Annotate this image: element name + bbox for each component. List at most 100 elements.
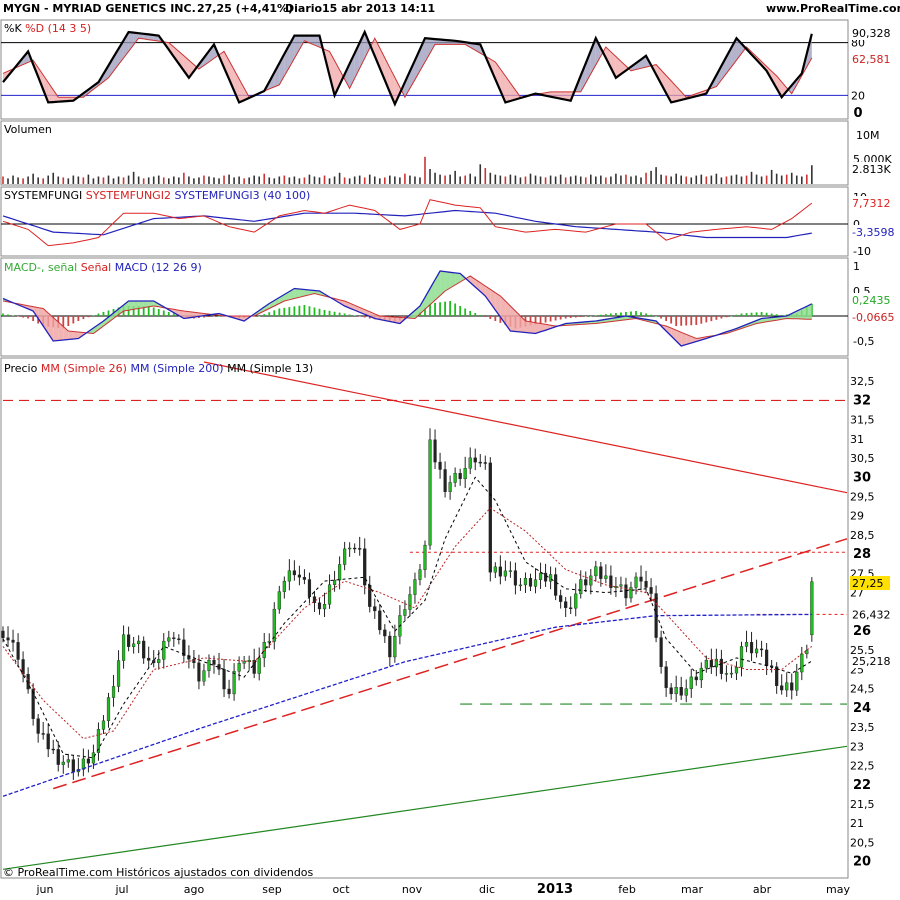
stoch-label-d: %D (14 3 5) xyxy=(25,22,92,35)
price-candle xyxy=(533,579,538,587)
volume-bar xyxy=(504,176,507,184)
volume-bar xyxy=(806,174,808,184)
price-candle xyxy=(152,660,156,663)
price-candle xyxy=(498,566,502,577)
volume-bar xyxy=(92,178,95,184)
price-candle xyxy=(548,574,553,582)
price-candle xyxy=(754,648,759,654)
price-candle xyxy=(468,457,472,469)
price-tick: 31 xyxy=(850,433,864,446)
macd-histogram-bar xyxy=(303,305,306,316)
macd-histogram-bar xyxy=(283,307,286,316)
price-candle xyxy=(473,457,477,463)
sysf-label-c: SYSTEMFUNGI3 (40 100) xyxy=(174,189,311,202)
macd-histogram-bar xyxy=(705,316,708,323)
volume-bar xyxy=(454,170,456,184)
last-price-tag: 27,25 xyxy=(852,577,884,590)
price-candle xyxy=(378,610,382,631)
macd-histogram-bar xyxy=(755,312,758,316)
sysf-tag-b: -3,3598 xyxy=(852,226,894,239)
price-candle xyxy=(543,572,548,582)
macd-histogram-bar xyxy=(479,315,482,316)
volume-bar xyxy=(253,175,255,184)
macd-label-a: MACD-, señal xyxy=(4,261,78,274)
price-candle xyxy=(232,670,236,695)
volume-label: Volumen xyxy=(4,123,52,136)
price-candle xyxy=(569,607,573,609)
macd-histogram-bar xyxy=(17,316,19,317)
volume-bar xyxy=(404,173,406,184)
price-label-d: MM (Simple 13) xyxy=(227,362,314,375)
price-candle xyxy=(418,569,422,580)
price-candle xyxy=(664,666,668,688)
volume-bar xyxy=(203,175,205,184)
price-candle xyxy=(503,570,507,577)
volume-bar xyxy=(665,175,667,184)
macd-histogram-bar xyxy=(594,315,597,316)
volume-bar xyxy=(690,177,693,184)
volume-bar xyxy=(680,175,683,184)
price-candle xyxy=(759,648,764,651)
macd-fill xyxy=(525,321,531,333)
price-candle xyxy=(463,468,467,480)
volume-bar xyxy=(343,177,346,184)
x-axis-label: dic xyxy=(479,883,495,896)
volume-bar xyxy=(283,175,286,184)
volume-bar xyxy=(198,177,200,184)
price-candle xyxy=(177,638,181,641)
macd-histogram-bar xyxy=(579,316,582,317)
x-axis-label: oct xyxy=(332,883,350,896)
price-tick: 23 xyxy=(850,740,864,753)
volume-bar xyxy=(303,177,306,184)
volume-bar xyxy=(358,175,361,184)
macd-histogram-bar xyxy=(92,315,95,316)
macd-histogram-bar xyxy=(554,316,557,321)
volume-bar xyxy=(439,174,441,184)
macd-histogram-bar xyxy=(278,308,281,316)
price-candle xyxy=(554,574,558,596)
price-candle xyxy=(604,575,608,579)
volume-bar xyxy=(72,175,75,184)
volume-bar xyxy=(243,178,245,184)
price-candle xyxy=(749,642,754,654)
macd-histogram-bar xyxy=(268,312,271,316)
macd-histogram-bar xyxy=(474,313,477,316)
price-tick: 26 xyxy=(853,624,871,639)
price-candle xyxy=(353,547,357,550)
volume-bar xyxy=(740,176,743,184)
volume-bar xyxy=(529,173,532,184)
macd-histogram-bar xyxy=(7,314,9,316)
price-candle xyxy=(282,580,286,592)
price-candle xyxy=(337,564,342,581)
volume-bar xyxy=(27,176,29,184)
site-link[interactable]: www.ProRealTime.com xyxy=(766,2,900,18)
chart-canvas: 1008020090,32862,58110M5.000K2.813K100-1… xyxy=(0,19,894,897)
macd-histogram-bar xyxy=(589,316,592,317)
price-candle xyxy=(729,672,734,675)
price-candle xyxy=(734,666,739,674)
price-label: Precio MM (Simple 26) MM (Simple 200) MM… xyxy=(4,362,313,375)
macd-histogram-bar xyxy=(635,311,637,316)
volume-bar xyxy=(228,174,230,184)
price-candle xyxy=(111,686,116,698)
stoch-k-tag: 90,328 xyxy=(852,27,891,40)
price-candle xyxy=(699,667,703,681)
macd-histogram-bar xyxy=(665,316,668,321)
volume-bar xyxy=(117,176,120,184)
price-candle xyxy=(287,570,291,582)
volume-bar xyxy=(188,176,190,184)
price-candle xyxy=(207,659,211,671)
macd-histogram-bar xyxy=(97,313,100,316)
price-candle xyxy=(644,581,648,588)
price-tick: 22,5 xyxy=(850,760,875,773)
macd-histogram-bar xyxy=(313,307,316,316)
macd-histogram-bar xyxy=(670,316,673,324)
price-candle xyxy=(237,663,241,672)
volume-bar xyxy=(660,174,662,184)
sysf-tick: -10 xyxy=(853,245,871,258)
price-candle xyxy=(428,439,432,546)
macd-histogram-bar xyxy=(494,316,497,321)
price-candle xyxy=(297,574,302,578)
price-tick: 31,5 xyxy=(850,414,875,427)
price-candle xyxy=(227,688,231,695)
